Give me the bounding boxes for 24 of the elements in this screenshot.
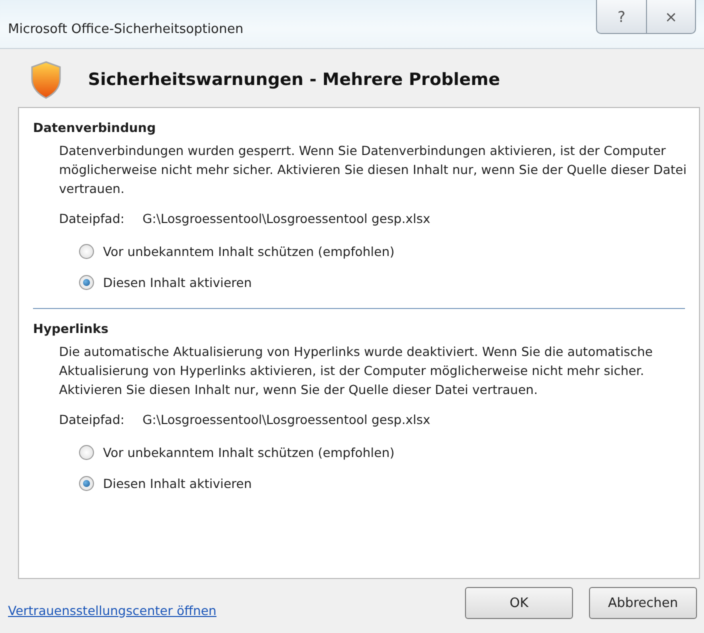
radio-label[interactable]: Vor unbekanntem Inhalt schützen (empfohlen) (103, 445, 395, 460)
path-label: Dateipfad: (59, 412, 124, 427)
warning-description: Die automatische Aktualisierung von Hyperlinks wurde deaktiviert. Wenn Sie die automatische Aktualisierung von Hyperlinks aktivieren, ist der Computer möglicherweise nicht mehr sicher. Aktivieren Sie diesen Inhalt nur, wenn Sie der Quelle dieser Datei vertrauen. (59, 343, 654, 399)
section-title: Datenverbindung (33, 120, 157, 135)
radio-label[interactable]: Vor unbekanntem Inhalt schützen (empfohlen) (103, 244, 395, 259)
cancel-button[interactable]: Abbrechen (589, 587, 697, 619)
file-path: G:\Losgroessentool\Losgroessentool gesp.xlsx (142, 412, 430, 427)
path-label: Dateipfad: (59, 211, 124, 226)
radio-button[interactable] (79, 445, 94, 460)
radio-label[interactable]: Diesen Inhalt aktivieren (103, 476, 252, 491)
dialog-heading: Sicherheitswarnungen - Mehrere Probleme (88, 70, 500, 90)
file-path: G:\Losgroessentool\Losgroessentool gesp.xlsx (142, 211, 430, 226)
radio-button[interactable] (79, 244, 94, 259)
warning-description: Datenverbindungen wurden gesperrt. Wenn Sie Datenverbindungen aktivieren, ist der Computer möglicherweise nicht mehr sicher. Aktivieren Sie diesen Inhalt nur, wenn Sie der Quelle dieser Datei vertrauen. (59, 142, 688, 198)
radio-button-selected[interactable] (79, 476, 94, 491)
trust-center-link[interactable]: Vertrauensstellungscenter öffnen (8, 602, 216, 618)
section-title: Hyperlinks (33, 321, 110, 336)
help-button[interactable]: ? (596, 0, 646, 34)
radio-label[interactable]: Diesen Inhalt aktivieren (103, 275, 252, 290)
radio-button-selected[interactable] (79, 275, 94, 290)
shield-icon (30, 61, 62, 99)
window-title: Microsoft Office-Sicherheitsoptionen (8, 22, 244, 37)
close-button[interactable]: × (646, 0, 696, 34)
ok-button[interactable]: OK (465, 587, 573, 619)
